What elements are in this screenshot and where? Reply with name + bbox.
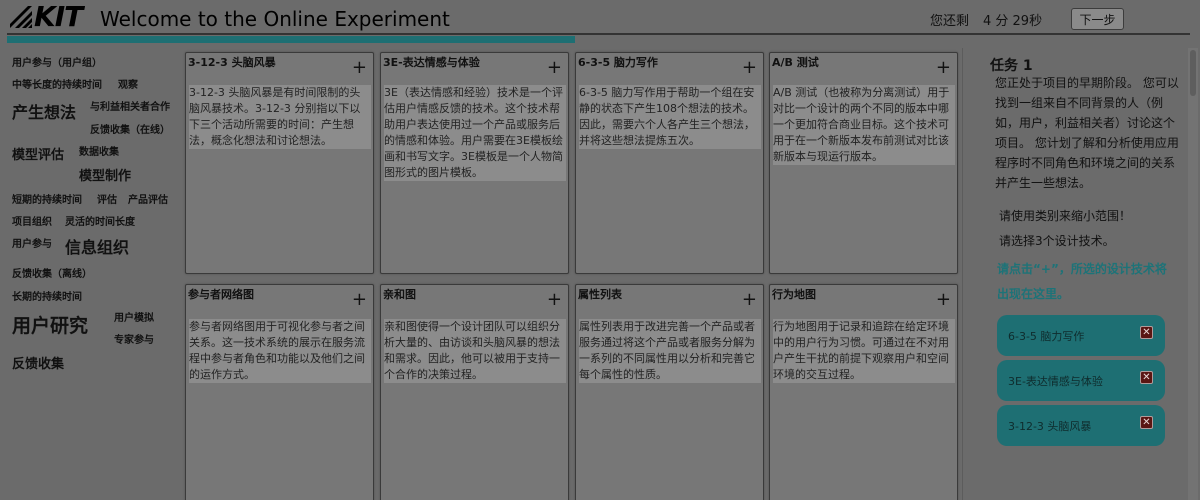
add-plus-icon[interactable]: +	[742, 291, 757, 309]
technique-card: 3E-表达情感与体验 + 3E（表达情感和经验）技术是一个评估用户情感反馈的技术…	[380, 52, 569, 274]
panel-divider	[962, 48, 963, 500]
tag-short-duration[interactable]: 短期的持续时间	[12, 191, 82, 206]
category-tag-cloud: 用户参与（用户组） 中等长度的持续时间 观察 产生想法 与利益相关者合作 反馈收…	[8, 48, 180, 488]
card-description: 3-12-3 头脑风暴是有时间限制的头脑风暴技术。3-12-3 分别指以下以下三…	[189, 85, 371, 149]
selected-technique[interactable]: 3-12-3 头脑风暴 ✕	[997, 405, 1165, 446]
tag-ideation[interactable]: 产生想法	[12, 99, 76, 123]
tag-model-evaluation[interactable]: 模型评估	[12, 144, 64, 163]
remove-icon[interactable]: ✕	[1140, 416, 1153, 429]
card-title: 行为地图	[772, 288, 816, 301]
scrollbar-thumb[interactable]	[1190, 50, 1196, 96]
card-title: 3-12-3 头脑风暴	[188, 56, 276, 69]
card-description: 行为地图用于记录和追踪在给定环境中的用户行为习惯。可通过在不对用户产生干扰的前提…	[773, 319, 955, 383]
remove-icon[interactable]: ✕	[1140, 371, 1153, 384]
technique-card: 属性列表 + 属性列表用于改进完善一个产品或者服务通过将这个产品或者服务分解为一…	[575, 284, 764, 500]
tag-feedback-collection[interactable]: 反馈收集	[12, 353, 64, 372]
tag-feedback-online[interactable]: 反馈收集（在线）	[90, 121, 170, 136]
timer-value: 4 分 29秒	[983, 14, 1043, 29]
progress-bar	[7, 36, 575, 43]
card-description: A/B 测试（也被称为分离测试）用于对比一个设计的两个不同的版本中哪一个更加符合…	[773, 85, 955, 165]
tag-expert-participation[interactable]: 专家参与	[114, 331, 154, 346]
card-title: 属性列表	[578, 288, 622, 301]
tag-feedback-offline[interactable]: 反馈收集（离线）	[12, 265, 92, 280]
selected-technique[interactable]: 6-3-5 脑力写作 ✕	[997, 315, 1165, 356]
tag-user-research[interactable]: 用户研究	[12, 311, 88, 338]
card-description: 亲和图使得一个设计团队可以组织分析大量的、由访谈和头脑风暴的想法和需求。因此，他…	[384, 319, 566, 383]
add-plus-icon[interactable]: +	[936, 291, 951, 309]
card-title: A/B 测试	[772, 56, 819, 69]
selected-technique[interactable]: 3E-表达情感与体验 ✕	[997, 360, 1165, 401]
timer-label: 您还剩	[930, 14, 970, 29]
tag-product-evaluation[interactable]: 产品评估	[128, 191, 168, 206]
add-plus-icon[interactable]: +	[742, 59, 757, 77]
tag-project-organization[interactable]: 项目组织	[12, 213, 52, 228]
add-plus-icon[interactable]: +	[352, 59, 367, 77]
task-description: 您正处于项目的早期阶段。 您可以找到一组来自不同背景的人（例如，用户，利益相关者…	[995, 76, 1179, 190]
technique-card: 6-3-5 脑力写作 + 6-3-5 脑力写作用于帮助一个组在安静的状态下产生1…	[575, 52, 764, 274]
add-plus-icon[interactable]: +	[547, 291, 562, 309]
technique-card: 3-12-3 头脑风暴 + 3-12-3 头脑风暴是有时间限制的头脑风暴技术。3…	[185, 52, 374, 274]
card-description: 6-3-5 脑力写作用于帮助一个组在安静的状态下产生108个想法的技术。因此，需…	[579, 85, 761, 149]
selected-technique-label: 3E-表达情感与体验	[1008, 375, 1103, 388]
tag-stakeholder-collaboration[interactable]: 与利益相关者合作	[90, 98, 170, 113]
selected-technique-label: 6-3-5 脑力写作	[1008, 330, 1085, 343]
remove-icon[interactable]: ✕	[1140, 326, 1153, 339]
card-title: 参与者网络图	[188, 288, 254, 301]
tag-data-collection[interactable]: 数据收集	[79, 143, 119, 158]
card-title: 6-3-5 脑力写作	[578, 56, 658, 69]
technique-card: A/B 测试 + A/B 测试（也被称为分离测试）用于对比一个设计的两个不同的版…	[769, 52, 958, 274]
tag-user-participation[interactable]: 用户参与	[12, 235, 52, 250]
tag-flexible-duration[interactable]: 灵活的时间长度	[65, 213, 135, 228]
task-instruction-narrow: 请使用类别来缩小范围！	[999, 209, 1132, 223]
add-plus-icon[interactable]: +	[936, 59, 951, 77]
selected-technique-label: 3-12-3 头脑风暴	[1008, 420, 1092, 433]
header-divider	[7, 33, 1190, 35]
scrollbar[interactable]	[1188, 48, 1198, 500]
next-button[interactable]: 下一步	[1071, 8, 1124, 30]
technique-card: 参与者网络图 + 参与者网络图用于可视化参与者之间关系。这一技术系统的展示在服务…	[185, 284, 374, 500]
add-plus-icon[interactable]: +	[352, 291, 367, 309]
task-hint: 请点击“+”，所选的设计技术将出现在这里。	[997, 262, 1167, 301]
tag-user-simulation[interactable]: 用户模拟	[114, 309, 154, 324]
tag-medium-duration[interactable]: 中等长度的持续时间	[12, 76, 102, 91]
tag-observation[interactable]: 观察	[118, 76, 138, 91]
tag-prototyping[interactable]: 模型制作	[79, 165, 131, 184]
header: KIT Welcome to the Online Experiment 您还剩…	[0, 0, 1200, 46]
kit-logo-icon	[10, 6, 32, 28]
card-title: 3E-表达情感与体验	[383, 56, 480, 69]
card-description: 属性列表用于改进完善一个产品或者服务通过将这个产品或者服务分解为一系列的不同属性…	[579, 319, 761, 383]
tag-information-organization[interactable]: 信息组织	[65, 234, 129, 258]
tag-evaluation[interactable]: 评估	[97, 191, 117, 206]
card-title: 亲和图	[383, 288, 416, 301]
kit-logo: KIT	[8, 0, 96, 33]
card-description: 3E（表达情感和经验）技术是一个评估用户情感反馈的技术。这个技术帮助用户表达使用…	[384, 85, 566, 181]
technique-card: 亲和图 + 亲和图使得一个设计团队可以组织分析大量的、由访谈和头脑风暴的想法和需…	[380, 284, 569, 500]
add-plus-icon[interactable]: +	[547, 59, 562, 77]
page-title: Welcome to the Online Experiment	[100, 7, 450, 31]
logo-text: KIT	[34, 0, 83, 33]
card-description: 参与者网络图用于可视化参与者之间关系。这一技术系统的展示在服务流程中参与者角色和…	[189, 319, 371, 383]
task-instruction-choose: 请选择3个设计技术。	[999, 234, 1115, 248]
tag-long-duration[interactable]: 长期的持续时间	[12, 288, 82, 303]
task-title: 任务 1	[990, 58, 1033, 74]
tag-user-participation-group[interactable]: 用户参与（用户组）	[12, 54, 102, 69]
technique-card: 行为地图 + 行为地图用于记录和追踪在给定环境中的用户行为习惯。可通过在不对用户…	[769, 284, 958, 500]
